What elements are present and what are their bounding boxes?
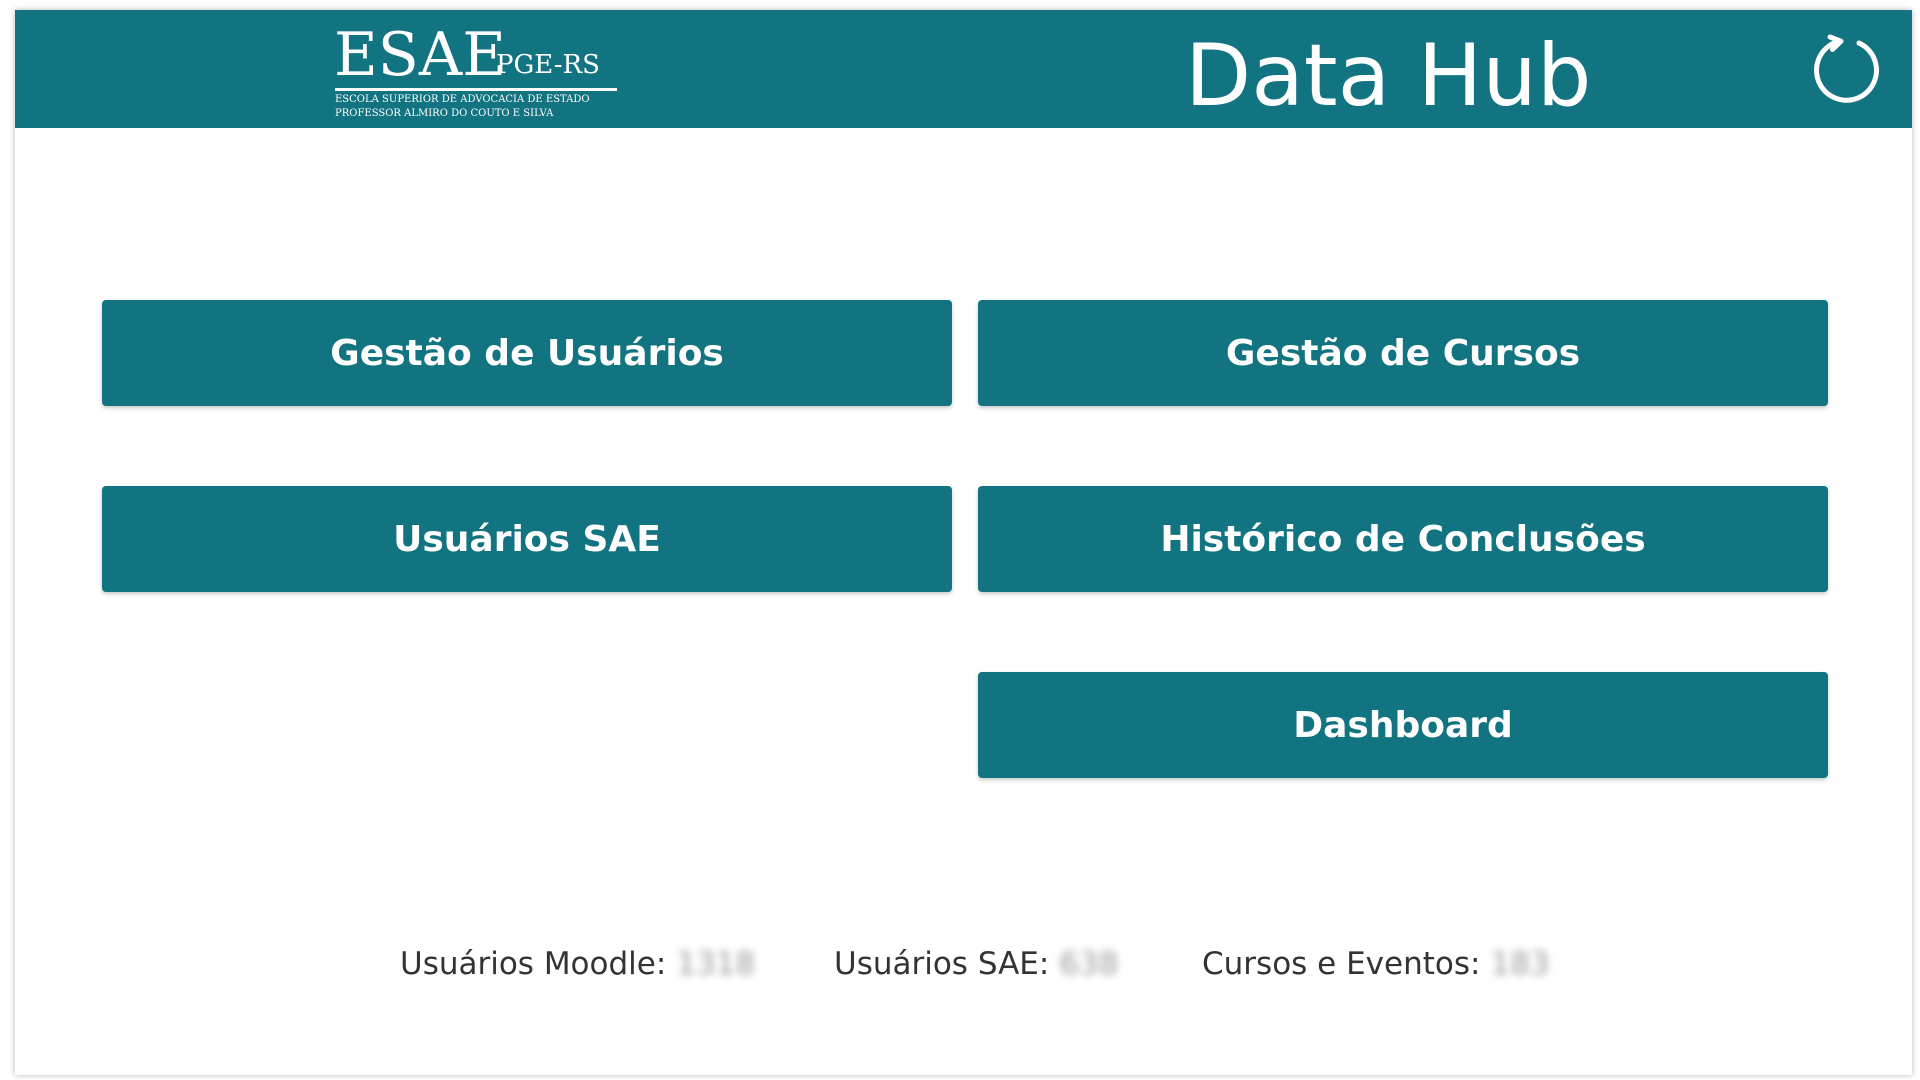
stat-value: 183: [1490, 946, 1550, 982]
gestao-usuarios-button[interactable]: Gestão de Usuários: [102, 300, 952, 406]
stat-value: 638: [1059, 946, 1119, 982]
refresh-button[interactable]: [1810, 30, 1890, 110]
stat-label: Usuários SAE:: [834, 946, 1050, 982]
logo-line-1: ESCOLA SUPERIOR DE ADVOCACIA DE ESTADO: [335, 94, 590, 105]
usuarios-sae-button[interactable]: Usuários SAE: [102, 486, 952, 592]
stats-bar: Usuários Moodle: 1318 Usuários SAE: 638 Cu…: [15, 942, 1912, 992]
logo-suffix-text: PGE-RS: [496, 50, 600, 80]
report-page: ESAE PGE-RS ESCOLA SUPERIOR DE ADVOCACIA…: [15, 10, 1912, 1075]
stat-cursos-eventos: Cursos e Eventos: 183: [1202, 942, 1550, 986]
logo-main-text: ESAE: [334, 20, 507, 90]
stat-value: 1318: [676, 946, 756, 982]
header-bar: ESAE PGE-RS ESCOLA SUPERIOR DE ADVOCACIA…: [15, 10, 1912, 128]
stat-label: Usuários Moodle:: [400, 946, 667, 982]
refresh-icon: [1814, 34, 1879, 103]
dashboard-button[interactable]: Dashboard: [978, 672, 1828, 778]
stat-usuarios-sae: Usuários SAE: 638: [834, 942, 1118, 986]
gestao-cursos-button[interactable]: Gestão de Cursos: [978, 300, 1828, 406]
historico-conclusoes-button[interactable]: Histórico de Conclusões: [978, 486, 1828, 592]
stat-usuarios-moodle: Usuários Moodle: 1318: [400, 942, 755, 986]
logo-underline: [335, 88, 617, 91]
esae-logo: ESAE PGE-RS ESCOLA SUPERIOR DE ADVOCACIA…: [330, 22, 630, 122]
logo-line-2: PROFESSOR ALMIRO DO COUTO E SILVA: [335, 108, 554, 119]
stat-label: Cursos e Eventos:: [1202, 946, 1481, 982]
page-title: Data Hub: [1185, 26, 1592, 126]
